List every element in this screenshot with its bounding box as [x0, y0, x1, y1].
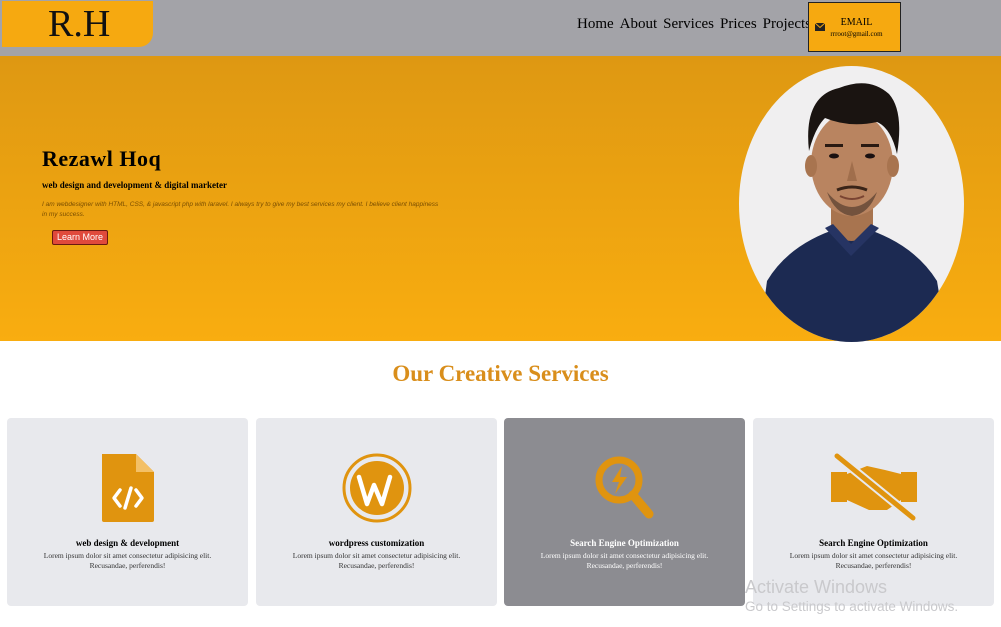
service-card-description: Lorem ipsum dolor sit amet consectetur a… — [43, 551, 212, 570]
service-card-web-design[interactable]: web design & development Lorem ipsum dol… — [7, 418, 248, 606]
nav-link-about[interactable]: About — [620, 15, 658, 33]
main-nav: Home About Services Prices Projects — [577, 15, 811, 33]
watermark-title: Activate Windows — [745, 577, 888, 597]
person-illustration — [759, 83, 947, 342]
service-card-title: wordpress customization — [328, 538, 425, 548]
file-code-icon — [101, 454, 154, 522]
hero-description: I am webdesigner with HTML, CSS, & javas… — [42, 201, 439, 218]
hero-section: Rezawl Hoq web design and development & … — [0, 56, 1001, 342]
email-address: rrroot@gmail.com — [830, 30, 883, 38]
handshake-slash-icon — [830, 452, 917, 523]
service-card-title: web design & development — [75, 538, 180, 548]
nav-link-services[interactable]: Services — [663, 15, 714, 33]
service-card-seo[interactable]: Search Engine Optimization Lorem ipsum d… — [504, 418, 745, 606]
wordpress-icon — [342, 453, 411, 523]
activation-watermark: Activate Windows Go to Settings to activ… — [745, 577, 958, 616]
service-card-description: Lorem ipsum dolor sit amet consectetur a… — [540, 551, 709, 570]
hero-name: Rezawl Hoq — [42, 146, 162, 171]
service-card-description: Lorem ipsum dolor sit amet consectetur a… — [292, 551, 461, 570]
service-card-wordpress[interactable]: wordpress customization Lorem ipsum dolo… — [256, 418, 497, 606]
email-label: EMAIL — [840, 17, 873, 28]
nav-link-prices[interactable]: Prices — [720, 15, 757, 33]
services-title: Our Creative Services — [392, 361, 609, 386]
search-bolt-icon — [595, 456, 653, 519]
nav-link-home[interactable]: Home — [577, 15, 614, 33]
hero-role: web design and development & digital mar… — [42, 180, 227, 190]
learn-more-button[interactable]: Learn More — [52, 230, 109, 245]
service-card-title: Search Engine Optimization — [819, 538, 928, 548]
logo[interactable]: R.H — [2, 1, 153, 47]
profile-photo — [739, 66, 964, 342]
watermark-subtitle: Go to Settings to activate Windows. — [745, 599, 959, 614]
email-button[interactable]: EMAIL rrroot@gmail.com — [808, 2, 901, 52]
service-card-title: Search Engine Optimization — [570, 538, 679, 548]
service-card-description: Lorem ipsum dolor sit amet consectetur a… — [789, 551, 958, 570]
site-header: R.H Home About Services Prices Projects … — [0, 0, 1001, 56]
nav-link-projects[interactable]: Projects — [763, 15, 811, 33]
